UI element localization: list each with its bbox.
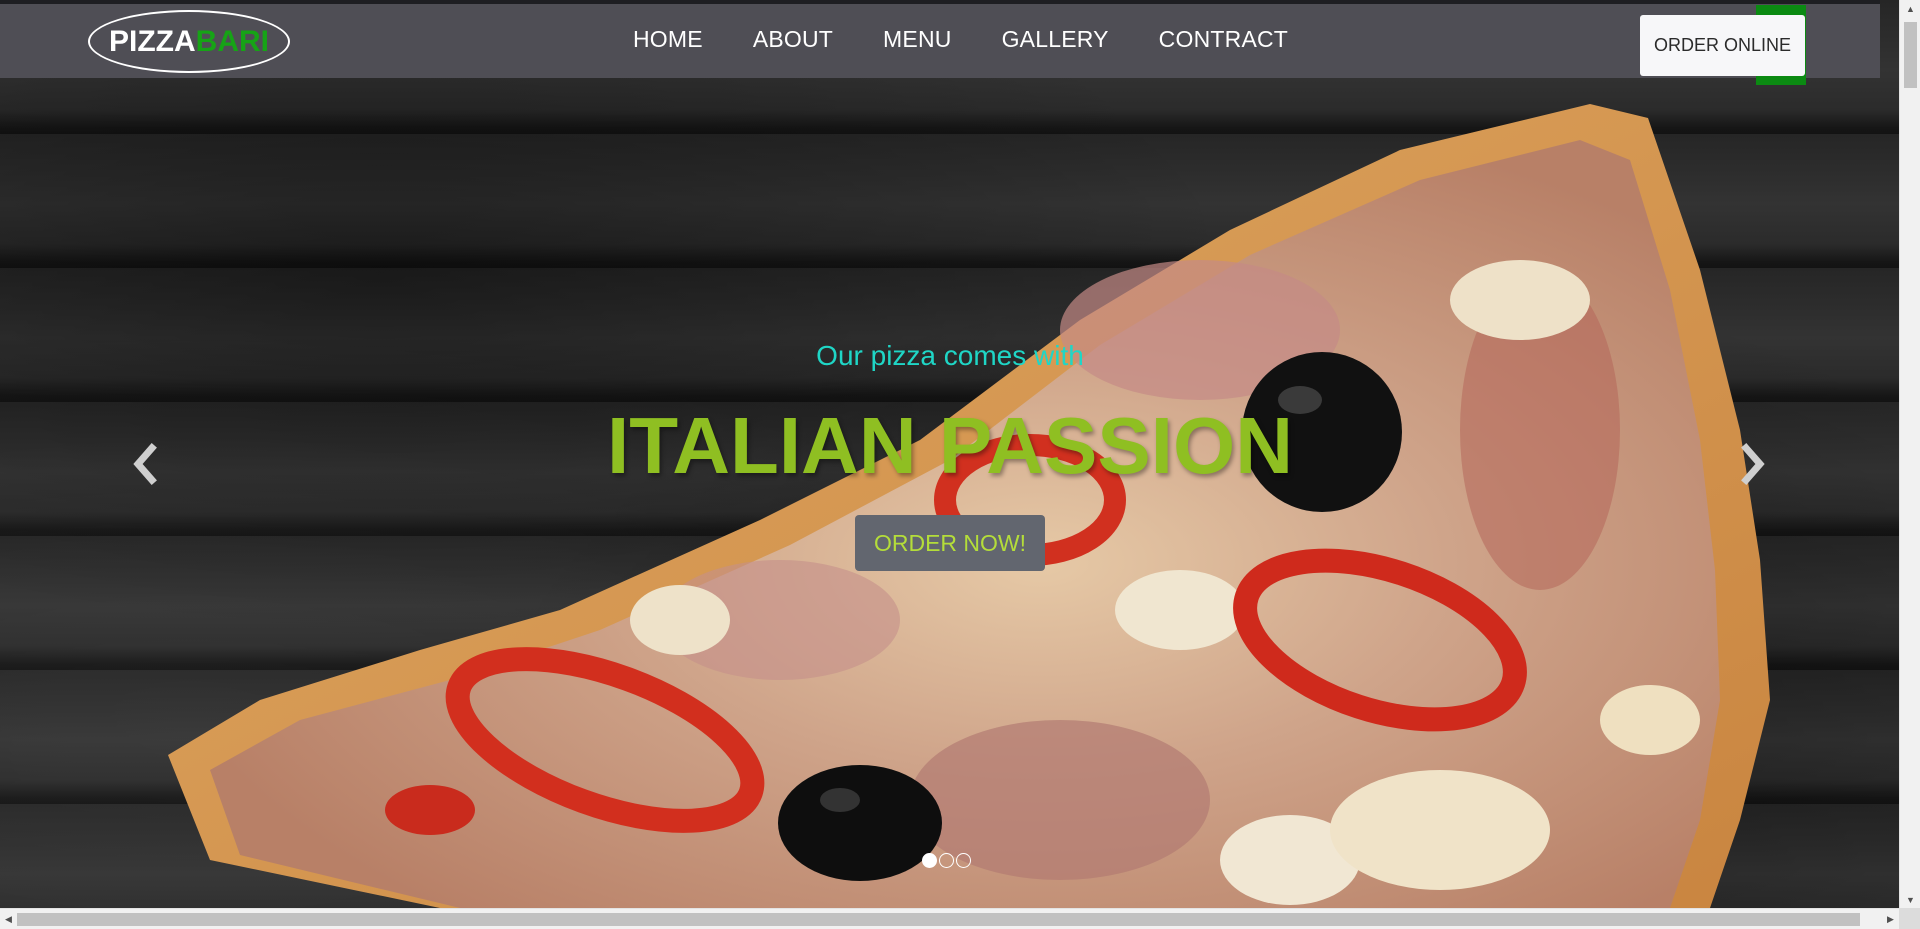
hero-tagline: Our pizza comes with xyxy=(816,340,1084,371)
carousel-indicators xyxy=(922,853,971,868)
navbar: PIZZA BARI HOME ABOUT MENU GALLERY CONTRA… xyxy=(0,0,1880,85)
page: Our pizza comes with ITALIAN PASSION ORD… xyxy=(0,0,1920,929)
carousel-indicator-3[interactable] xyxy=(956,853,971,868)
carousel-next-button[interactable] xyxy=(1730,440,1774,488)
logo[interactable]: PIZZA BARI xyxy=(88,10,290,73)
scroll-left-arrow-icon[interactable]: ◀ xyxy=(0,909,17,929)
chevron-right-icon xyxy=(1741,443,1765,485)
scrollbar-corner xyxy=(1899,908,1920,929)
nav-link-contract[interactable]: CONTRACT xyxy=(1159,26,1288,53)
nav-link-about[interactable]: ABOUT xyxy=(753,26,833,53)
order-now-button[interactable]: ORDER NOW! xyxy=(855,515,1045,571)
logo-text-pizza: PIZZA xyxy=(108,24,196,58)
hero-carousel: Our pizza comes with ITALIAN PASSION ORD… xyxy=(0,0,1899,908)
order-online-button[interactable]: ORDER ONLINE xyxy=(1640,15,1805,76)
logo-text-bari: BARI xyxy=(195,24,269,58)
hero-headline: ITALIAN PASSION xyxy=(607,401,1293,490)
carousel-indicator-2[interactable] xyxy=(939,853,954,868)
horizontal-scrollbar-thumb[interactable] xyxy=(17,913,1860,926)
chevron-left-icon xyxy=(133,443,157,485)
nav-link-gallery[interactable]: GALLERY xyxy=(1002,26,1109,53)
vertical-scrollbar[interactable]: ▲ ▼ xyxy=(1899,0,1920,908)
vertical-scrollbar-thumb[interactable] xyxy=(1904,22,1917,88)
scroll-down-arrow-icon[interactable]: ▼ xyxy=(1900,891,1920,908)
nav-link-home[interactable]: HOME xyxy=(633,26,703,53)
scroll-up-arrow-icon[interactable]: ▲ xyxy=(1900,0,1920,17)
carousel-indicator-1[interactable] xyxy=(922,853,937,868)
scroll-right-arrow-icon[interactable]: ▶ xyxy=(1882,909,1899,929)
carousel-prev-button[interactable] xyxy=(124,440,168,488)
main-nav: HOME ABOUT MENU GALLERY CONTRACT xyxy=(633,26,1288,53)
nav-link-menu[interactable]: MENU xyxy=(883,26,952,53)
horizontal-scrollbar[interactable]: ◀ ▶ xyxy=(0,908,1899,929)
